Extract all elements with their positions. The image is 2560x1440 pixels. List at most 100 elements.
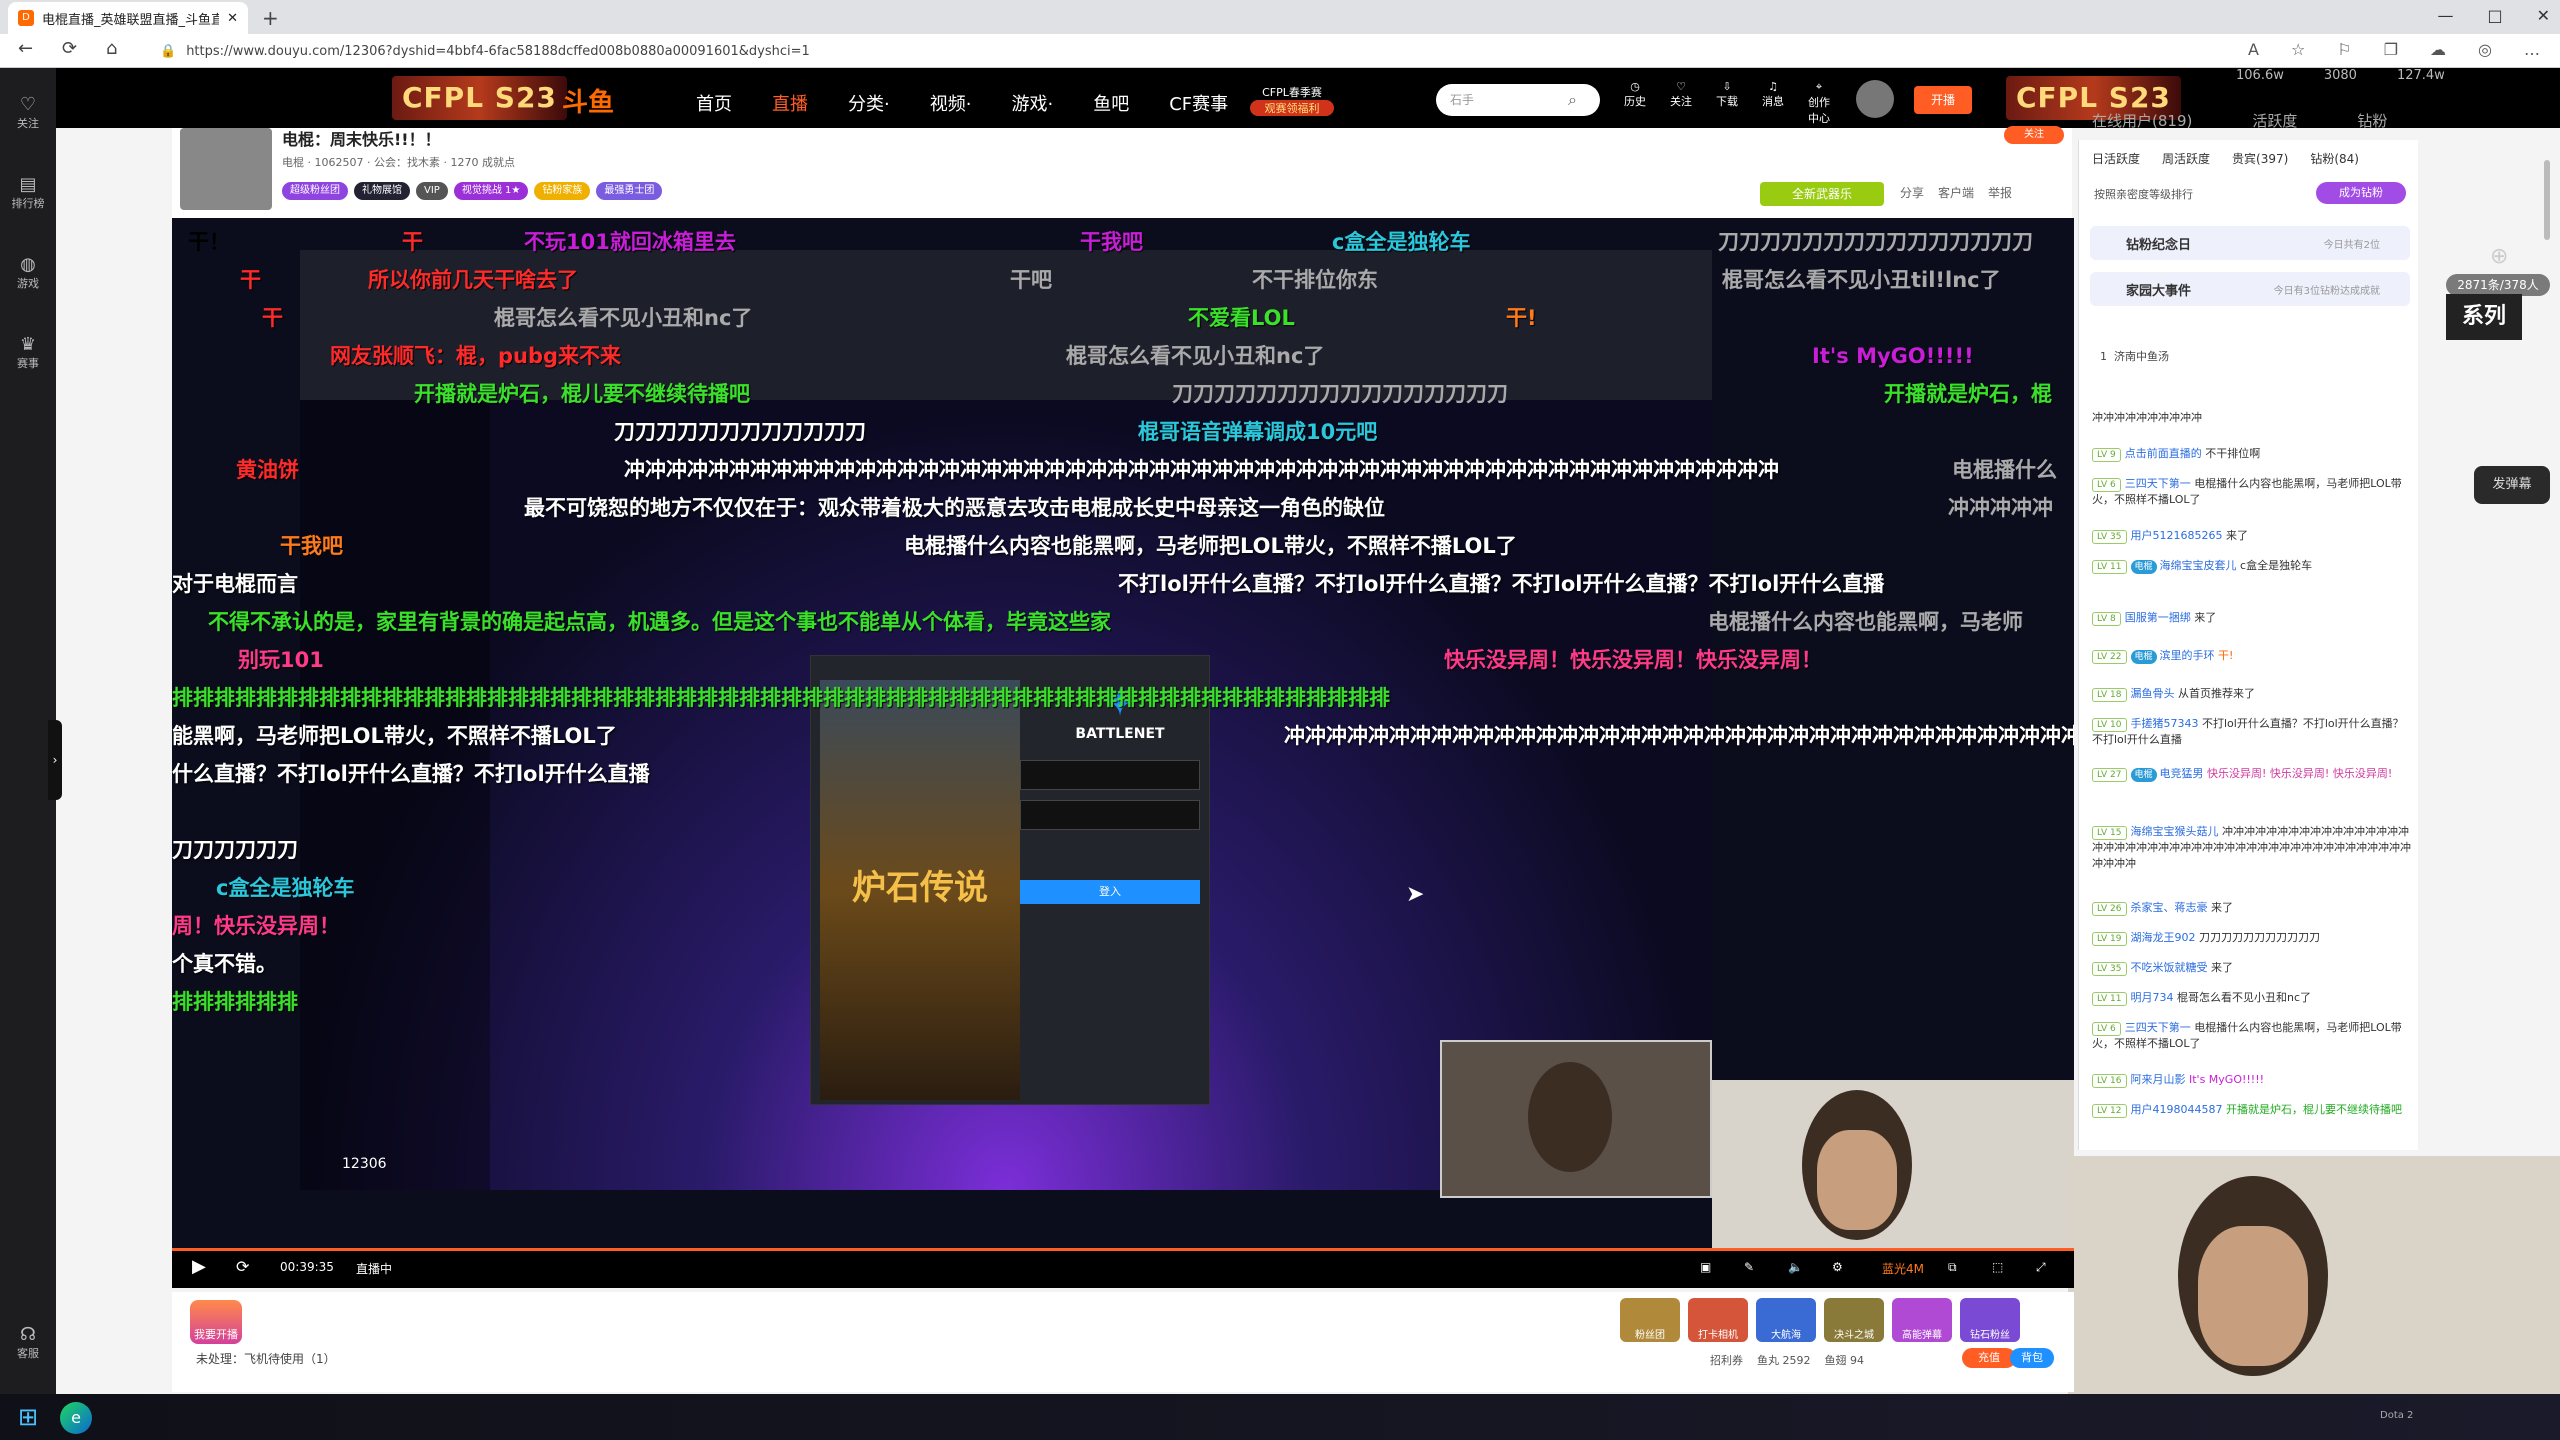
tab-diamond[interactable]: 钻粉(84) bbox=[2310, 150, 2359, 167]
room-actions: 分享 客户端 举报 bbox=[1900, 184, 2012, 201]
vip-tab[interactable]: 钻粉 bbox=[2357, 110, 2387, 131]
follow-button[interactable]: 关注 bbox=[2004, 126, 2064, 144]
favorite-star-icon[interactable]: ☆ bbox=[2291, 40, 2305, 59]
edge-browser-icon[interactable]: e bbox=[60, 1402, 92, 1434]
douyu-logo[interactable]: 斗鱼 bbox=[562, 82, 614, 119]
tab-daily[interactable]: 日活跃度 bbox=[2092, 150, 2140, 167]
home-icon[interactable]: ⌂ bbox=[106, 38, 117, 59]
badge-challenge[interactable]: 视觉挑战 1★ bbox=[453, 182, 529, 200]
search-icon[interactable]: ⌕ bbox=[1568, 90, 1577, 110]
gift-diamond-fans[interactable]: 钻石粉丝 bbox=[1960, 1298, 2020, 1342]
page-scrollbar[interactable] bbox=[2544, 160, 2550, 240]
play-icon[interactable]: ▶ bbox=[192, 1256, 206, 1277]
sidebar-item-game[interactable]: ◍ 游戏 bbox=[0, 254, 56, 291]
become-diamond-button[interactable]: 成为钻粉 bbox=[2316, 182, 2406, 204]
cfpl-logo-left[interactable]: CFPL S23 bbox=[392, 76, 567, 120]
webpage-fullscreen-icon[interactable]: ⬚ bbox=[1992, 1260, 2003, 1274]
sidebar-expand-arrow[interactable]: › bbox=[48, 720, 62, 800]
edit-icon[interactable]: ✎ bbox=[1744, 1260, 1754, 1274]
diamond-anniversary-card[interactable]: 钻粉纪念日 今日共有2位 bbox=[2090, 226, 2410, 260]
creator-center-button[interactable]: ⌖ 创作中心 bbox=[1804, 80, 1834, 126]
badge-diamond[interactable]: 钻粉家族 bbox=[534, 182, 591, 200]
banner-line1: CFPL春季赛 bbox=[1262, 86, 1322, 99]
new-tab-button[interactable]: + bbox=[262, 6, 279, 30]
report-button[interactable]: 举报 bbox=[1988, 184, 2012, 201]
history-button[interactable]: ◷ 历史 bbox=[1620, 80, 1650, 126]
more-menu-icon[interactable]: … bbox=[2524, 40, 2540, 59]
settings-icon[interactable]: ⚙ bbox=[1832, 1260, 1843, 1274]
recharge-button[interactable]: 充值 bbox=[1962, 1348, 2016, 1368]
minimize-button[interactable]: — bbox=[2437, 6, 2453, 25]
menu-live[interactable]: 直播 bbox=[772, 90, 808, 116]
badge-fans[interactable]: 超级粉丝团 bbox=[282, 182, 348, 200]
share-button[interactable]: 分享 bbox=[1900, 184, 1924, 201]
windows-start-icon[interactable]: ⊞ bbox=[18, 1404, 44, 1430]
add-icon[interactable]: ⊕ bbox=[2490, 244, 2508, 269]
extensions-icon[interactable]: ⚐ bbox=[2337, 40, 2351, 59]
coupon-link[interactable]: 招利券 bbox=[1710, 1352, 1743, 1368]
back-icon[interactable]: ← bbox=[18, 38, 33, 59]
fullscreen-icon[interactable]: ⤢ bbox=[2036, 1260, 2046, 1275]
streamer-avatar[interactable] bbox=[180, 128, 272, 210]
online-users[interactable]: 在线用户(819) bbox=[2092, 110, 2192, 131]
collections-icon[interactable]: ☁ bbox=[2430, 40, 2446, 59]
danmaku-item: c盒全是独轮车 bbox=[216, 876, 355, 900]
volume-icon[interactable]: 🔈 bbox=[1788, 1260, 1803, 1274]
user-avatar[interactable] bbox=[1856, 80, 1894, 118]
menu-category[interactable]: 分类· bbox=[848, 90, 890, 116]
menu-video[interactable]: 视频· bbox=[930, 90, 972, 116]
gift-camera[interactable]: 打卡相机 bbox=[1688, 1298, 1748, 1342]
close-tab-icon[interactable]: ✕ bbox=[227, 11, 238, 26]
badge-warrior[interactable]: 最强勇士团 bbox=[596, 182, 663, 200]
activity-tab[interactable]: 活跃度 bbox=[2252, 110, 2297, 131]
start-live-button[interactable]: 我要开播 bbox=[190, 1300, 242, 1344]
follow-button[interactable]: ♡ 关注 bbox=[1666, 80, 1696, 126]
danmaku-item: 不得不承认的是，家里有背景的确是起点高，机遇多。但是这个事也不能单从个体看，毕竟… bbox=[208, 610, 1111, 634]
sidebar-item-follow[interactable]: ♡ 关注 bbox=[0, 94, 56, 131]
gift-voyage[interactable]: 大航海 bbox=[1756, 1298, 1816, 1342]
open-live-button[interactable]: 开播 bbox=[1914, 86, 1972, 114]
badge-gift[interactable]: 礼物展馆 bbox=[354, 182, 410, 200]
menu-yuba[interactable]: 鱼吧 bbox=[1093, 90, 1129, 116]
split-screen-icon[interactable]: ❐ bbox=[2384, 40, 2398, 59]
sidebar-item-match[interactable]: ♛ 赛事 bbox=[0, 334, 56, 371]
read-aloud-icon[interactable]: A bbox=[2248, 40, 2259, 59]
cfpl-banner[interactable]: CFPL春季赛 观赛领福利 bbox=[1250, 84, 1334, 122]
activity-banner[interactable]: 全新武器乐 bbox=[1760, 182, 1884, 206]
gift-fans-group[interactable]: 粉丝团 bbox=[1620, 1298, 1680, 1342]
refresh-icon[interactable]: ⟳ bbox=[236, 1257, 249, 1276]
message-button[interactable]: ♫ 消息 bbox=[1758, 80, 1788, 126]
clock-icon: ◷ bbox=[1630, 80, 1640, 93]
rank-first[interactable]: 1 济南中鱼汤 bbox=[2100, 348, 2169, 364]
tab-weekly[interactable]: 周活跃度 bbox=[2162, 150, 2210, 167]
bag-button[interactable]: 背包 bbox=[2010, 1348, 2054, 1368]
tab-vip[interactable]: 贵宾(397) bbox=[2232, 150, 2288, 167]
url-field[interactable]: 🔒 https://www.douyu.com/12306?dyshid=4bb… bbox=[160, 40, 2160, 62]
download-button[interactable]: ⇩ 下载 bbox=[1712, 80, 1742, 126]
menu-cf-events[interactable]: CF赛事 bbox=[1169, 90, 1228, 116]
progress-bar[interactable] bbox=[172, 1248, 2074, 1251]
profile-icon[interactable]: ◎ bbox=[2478, 40, 2492, 59]
send-danmaku-button[interactable]: 发弹幕 bbox=[2474, 466, 2550, 504]
home-event-card[interactable]: 家园大事件 今日有3位钻粉达成成就 bbox=[2090, 272, 2410, 306]
reload-icon[interactable]: ⟳ bbox=[62, 38, 77, 59]
close-window-button[interactable]: ✕ bbox=[2537, 6, 2550, 25]
maximize-button[interactable]: □ bbox=[2487, 6, 2502, 25]
browser-tab[interactable]: D 电棍直播_英雄联盟直播_斗鱼直播 ✕ bbox=[8, 2, 248, 34]
menu-games[interactable]: 游戏· bbox=[1011, 90, 1053, 116]
client-button[interactable]: 客户端 bbox=[1938, 184, 1974, 201]
series-badge[interactable]: 系列 bbox=[2446, 294, 2522, 340]
tray-app[interactable]: Dota 2 bbox=[2380, 1410, 2413, 1421]
gift-high-danmaku[interactable]: 高能弹幕 bbox=[1892, 1298, 1952, 1342]
theater-icon[interactable]: ⧉ bbox=[1948, 1260, 1957, 1275]
gift-duel[interactable]: 决斗之城 bbox=[1824, 1298, 1884, 1342]
sidebar-item-rank[interactable]: ▤ 排行榜 bbox=[0, 174, 56, 211]
quality-selector[interactable]: 蓝光4M bbox=[1882, 1260, 1924, 1277]
danmaku-item: 不打lol开什么直播？不打lol开什么直播？不打lol开什么直播？不打lol开什… bbox=[1118, 572, 1885, 596]
sidebar-item-service[interactable]: ☊ 客服 bbox=[0, 1324, 56, 1361]
unprocessed-notice[interactable]: 未处理：飞机待使用（1） bbox=[196, 1350, 336, 1367]
online-bar: 在线用户(819) 活跃度 钻粉 bbox=[2092, 110, 2387, 131]
danmaku-toggle-icon[interactable]: ▣ bbox=[1700, 1260, 1711, 1274]
badge-vip[interactable]: VIP bbox=[416, 182, 448, 200]
menu-home[interactable]: 首页 bbox=[696, 90, 732, 116]
